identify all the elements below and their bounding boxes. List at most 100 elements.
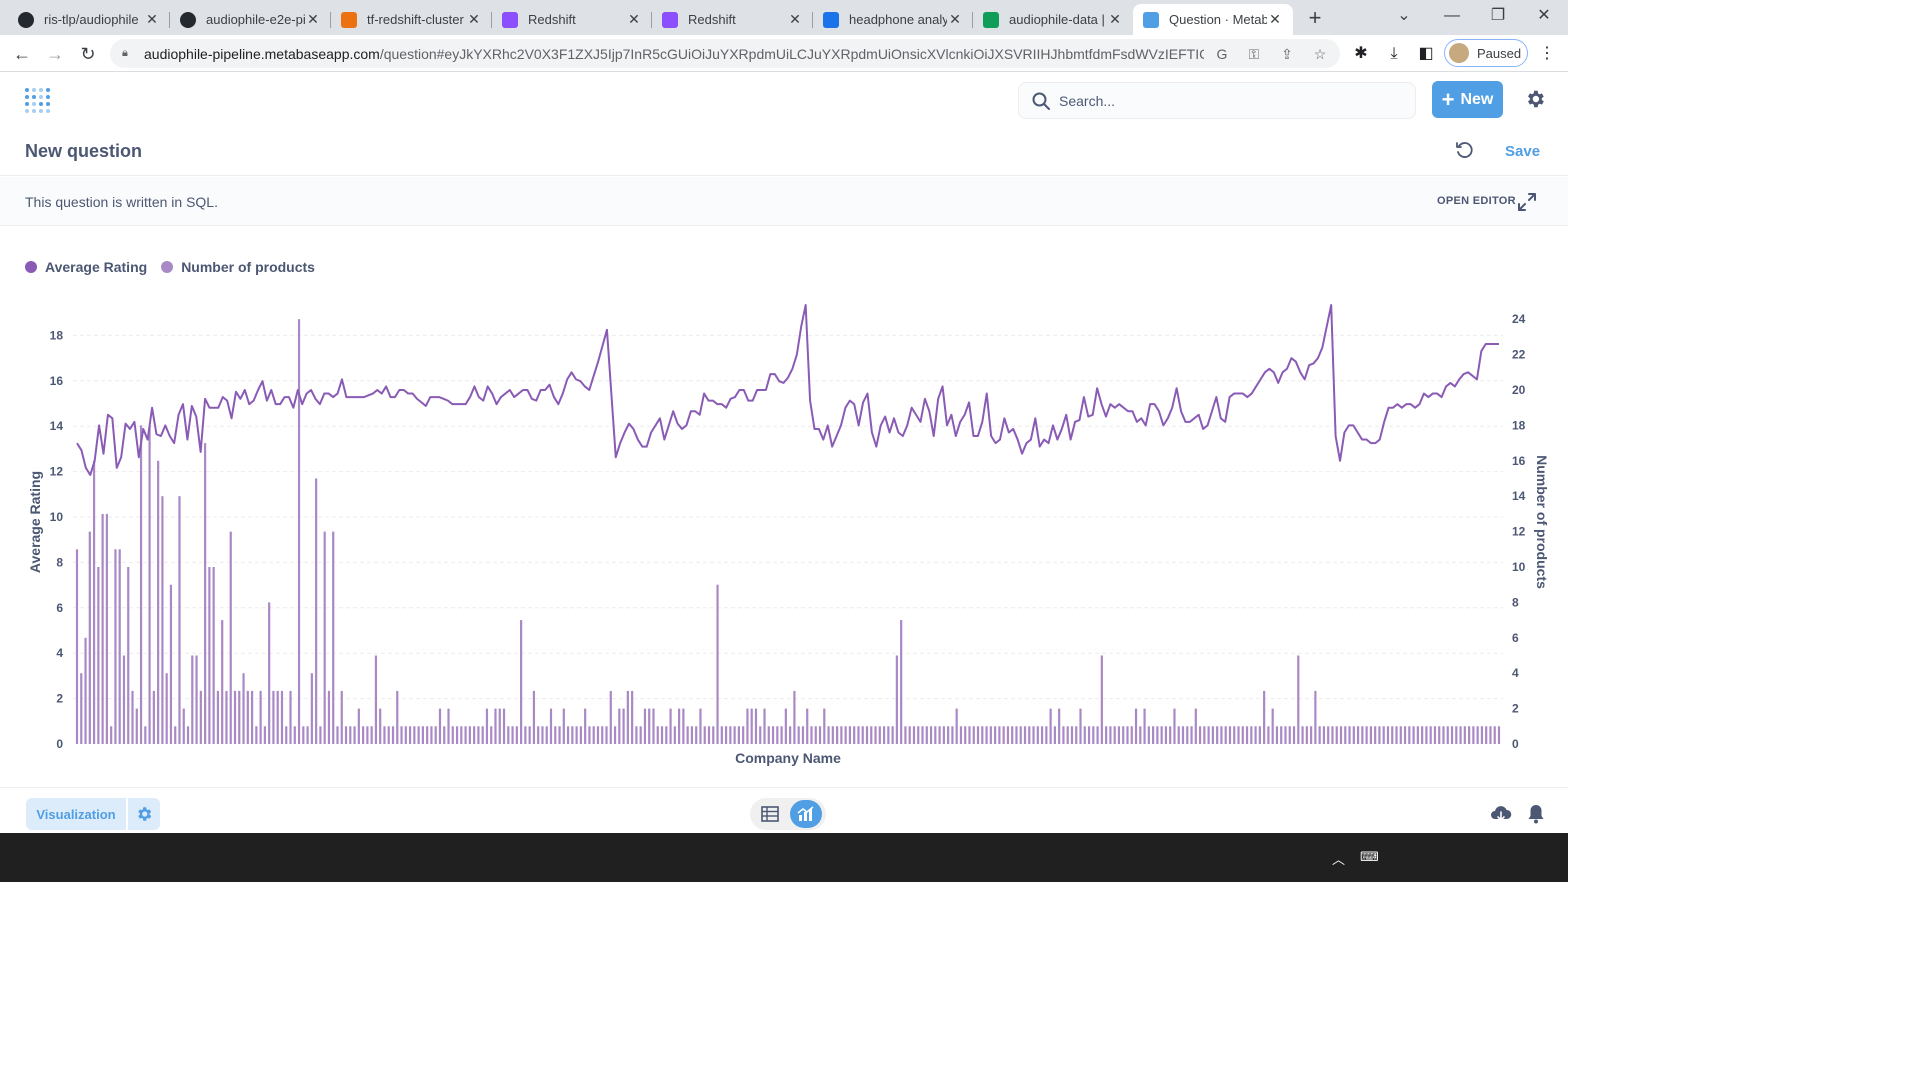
close-tab-icon[interactable]: ✕ [787, 11, 803, 28]
browser-tab-strip: ris-tlp/audiophile ✕ audiophile-e2e-pi ✕ tf-… [0, 0, 1568, 35]
bar [904, 726, 907, 744]
close-tab-icon[interactable]: ✕ [305, 11, 321, 28]
bar [1386, 726, 1390, 744]
bar [985, 726, 988, 744]
y-tick-label-right: 24 [1512, 312, 1526, 326]
search-box[interactable] [1018, 82, 1416, 119]
bar [1425, 726, 1428, 744]
legend-item-average-rating[interactable]: Average Rating [25, 259, 147, 275]
redshift-icon [502, 11, 518, 28]
bar [592, 726, 595, 744]
download-icon[interactable]: ⤓ [1383, 44, 1405, 64]
bar [447, 708, 450, 744]
chart-legend: Average Rating Number of products [25, 259, 329, 275]
bar [1216, 726, 1219, 744]
bar [1250, 726, 1253, 744]
bar [537, 726, 540, 744]
series-line-average-rating [76, 304, 1499, 476]
minimize-icon[interactable]: — [1432, 0, 1472, 32]
share-icon[interactable]: ⇪ [1278, 45, 1296, 63]
refresh-icon[interactable] [1454, 140, 1474, 160]
key-icon[interactable]: ⚿ [1245, 45, 1263, 63]
bar [1203, 726, 1206, 744]
back-icon[interactable]: ← [9, 41, 35, 67]
new-button[interactable]: + New [1432, 81, 1503, 118]
browser-tab[interactable]: audiophile-e2e-pi ✕ [170, 4, 331, 35]
chevron-up-icon[interactable]: ︿ [1332, 849, 1345, 868]
metabase-logo-icon[interactable] [24, 85, 52, 115]
chart-view-button[interactable] [790, 800, 822, 828]
bar [473, 726, 476, 744]
bar [157, 460, 160, 744]
browser-tab[interactable]: Redshift ✕ [652, 4, 813, 35]
side-panel-icon[interactable]: ◧ [1415, 44, 1437, 64]
legend-item-number-of-products[interactable]: Number of products [161, 259, 315, 275]
table-view-button[interactable] [756, 802, 784, 826]
save-button[interactable]: Save [1505, 143, 1540, 160]
bar [1395, 726, 1398, 744]
bar [259, 690, 262, 744]
browser-tab[interactable]: ris-tlp/audiophile ✕ [8, 4, 170, 35]
bar [1339, 726, 1343, 744]
close-window-icon[interactable]: ✕ [1524, 0, 1564, 32]
bar [801, 726, 805, 744]
browser-menu-icon[interactable]: ⋮ [1536, 44, 1558, 64]
close-tab-icon[interactable]: ✕ [1107, 11, 1123, 28]
bar [947, 726, 950, 744]
browser-tab[interactable]: audiophile-data | ✕ [973, 4, 1133, 35]
page-title[interactable]: New question [25, 141, 142, 162]
close-tab-icon[interactable]: ✕ [144, 11, 160, 28]
close-tab-icon[interactable]: ✕ [1267, 11, 1283, 28]
tab-search-icon[interactable]: ⌄ [1384, 0, 1424, 32]
bar [1083, 726, 1086, 744]
reload-icon[interactable]: ↻ [75, 41, 101, 67]
bar [1292, 726, 1296, 744]
bar [665, 726, 668, 744]
browser-tab[interactable]: tf-redshift-cluster ✕ [331, 4, 492, 35]
bar [865, 726, 869, 744]
open-editor-button[interactable]: OPEN EDITOR [1437, 195, 1516, 207]
close-tab-icon[interactable]: ✕ [466, 11, 482, 28]
expand-icon[interactable] [1517, 192, 1537, 212]
bar [1271, 708, 1274, 744]
gear-icon[interactable] [1524, 88, 1546, 110]
bar [182, 708, 185, 744]
extensions-icon[interactable]: ✱ [1350, 44, 1372, 64]
bar [460, 726, 463, 744]
bar [562, 708, 565, 744]
profile-button[interactable]: Paused [1444, 39, 1528, 67]
bar [1092, 726, 1095, 744]
download-cloud-icon[interactable] [1490, 804, 1512, 824]
bar [981, 726, 984, 744]
new-tab-button[interactable]: + [1302, 6, 1328, 30]
forward-icon[interactable]: → [42, 41, 68, 67]
bar [1087, 726, 1091, 744]
bar [1045, 726, 1048, 744]
google-translate-icon[interactable]: G [1213, 45, 1231, 63]
maximize-icon[interactable]: ❐ [1478, 0, 1518, 32]
close-tab-icon[interactable]: ✕ [626, 11, 642, 28]
close-tab-icon[interactable]: ✕ [947, 11, 963, 28]
bar [1497, 726, 1501, 744]
browser-tab[interactable]: Question · Metab ✕ [1133, 4, 1293, 35]
bar [204, 443, 207, 744]
visualization-button[interactable]: Visualization [26, 798, 126, 830]
bar [1361, 726, 1364, 744]
bar [793, 690, 796, 744]
bell-icon[interactable] [1527, 804, 1545, 824]
bar [1365, 726, 1368, 744]
keyboard-icon[interactable]: ⌨ [1360, 849, 1379, 865]
search-input[interactable] [1059, 92, 1359, 109]
bar [588, 726, 591, 744]
visualization-settings-button[interactable] [128, 798, 160, 830]
y-tick-label-right: 2 [1512, 702, 1519, 716]
bar [925, 726, 928, 744]
address-bar[interactable]: 🔒︎ audiophile-pipeline.metabaseapp.com/q… [110, 39, 1340, 68]
bar [724, 726, 728, 744]
browser-tab[interactable]: Redshift ✕ [492, 4, 652, 35]
bar [1416, 726, 1419, 744]
bookmark-star-icon[interactable]: ☆ [1311, 45, 1329, 63]
bar [921, 726, 924, 744]
browser-tab-label: audiophile-e2e-pi [206, 12, 305, 27]
browser-tab[interactable]: headphone analy ✕ [813, 4, 973, 35]
